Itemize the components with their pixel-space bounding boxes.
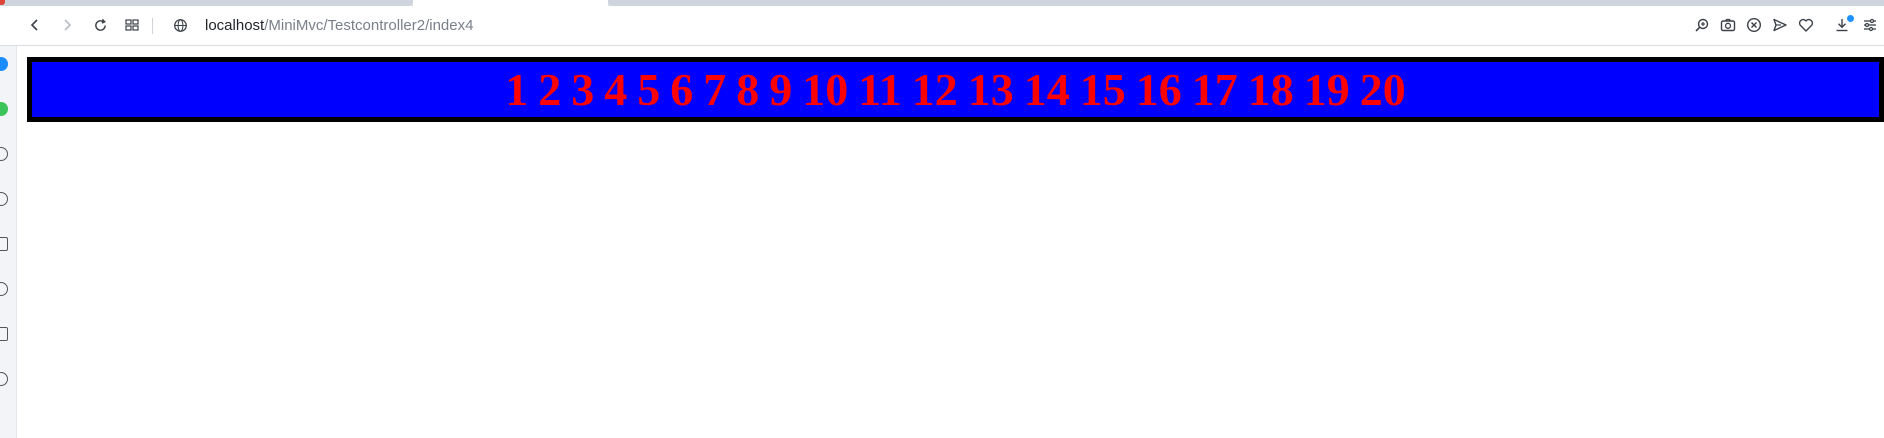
- browser-toolbar: localhost/MiniMvc/Testcontroller2/index4: [0, 6, 1884, 46]
- send-icon: [1773, 18, 1787, 32]
- number-item: 4: [604, 63, 628, 115]
- address-bar[interactable]: localhost/MiniMvc/Testcontroller2/index4: [205, 15, 473, 37]
- search-icon[interactable]: [0, 147, 8, 161]
- number-item: 11: [858, 63, 902, 115]
- number-item: 8: [736, 63, 760, 115]
- number-item: 12: [911, 63, 958, 115]
- url-path: /MiniMvc/Testcontroller2/index4: [264, 17, 474, 34]
- zoom-button[interactable]: [1688, 11, 1716, 39]
- camera-icon: [1720, 18, 1736, 32]
- browser-side-panel: [0, 46, 17, 438]
- globe-icon: [173, 18, 187, 32]
- screenshot-button[interactable]: [1714, 11, 1742, 39]
- extensions-icon[interactable]: [0, 237, 8, 251]
- numbers-banner: 1 2 3 4 5 6 7 8 9 10 11 12 13 14 15 16 17 18 19 20: [27, 57, 1884, 122]
- tab-grid-icon: [125, 19, 139, 31]
- reload-icon: [94, 18, 106, 31]
- reload-button[interactable]: [86, 11, 114, 39]
- number-item: 14: [1023, 63, 1070, 115]
- number-item: 20: [1359, 63, 1406, 115]
- number-item: 6: [670, 63, 694, 115]
- number-item: 17: [1191, 63, 1238, 115]
- number-item: 18: [1247, 63, 1294, 115]
- number-list: 1 2 3 4 5 6 7 8 9 10 11 12 13 14 15 16 17 18 19 20: [505, 63, 1406, 115]
- adblock-button[interactable]: [1740, 11, 1768, 39]
- send-icon[interactable]: [0, 192, 8, 206]
- block-icon: [1746, 17, 1762, 33]
- number-item: 15: [1079, 63, 1126, 115]
- number-item: 9: [769, 63, 793, 115]
- number-item: 19: [1303, 63, 1350, 115]
- heart-icon: [1798, 18, 1814, 32]
- number-item: 1: [505, 63, 529, 115]
- history-icon[interactable]: [0, 282, 8, 296]
- number-item: 5: [637, 63, 661, 115]
- site-info-button[interactable]: [166, 11, 194, 39]
- number-item: 2: [538, 63, 562, 115]
- notes-icon[interactable]: [0, 327, 8, 341]
- zoom-icon: [1695, 18, 1709, 32]
- number-item: 16: [1135, 63, 1182, 115]
- messenger-icon[interactable]: [0, 57, 8, 71]
- tab-grid-button[interactable]: [118, 11, 146, 39]
- download-notification-dot: [1847, 15, 1854, 22]
- number-item: 3: [571, 63, 595, 115]
- menu-button[interactable]: [1856, 11, 1884, 39]
- url-host: localhost: [205, 17, 265, 34]
- send-button[interactable]: [1766, 11, 1794, 39]
- toolbar-separator: [152, 18, 153, 34]
- number-item: 10: [802, 63, 849, 115]
- settings-sliders-icon: [1864, 18, 1876, 32]
- forward-button[interactable]: [53, 11, 81, 39]
- clock-icon[interactable]: [0, 372, 8, 386]
- back-arrow-icon: [30, 19, 38, 31]
- back-button[interactable]: [21, 11, 49, 39]
- favorite-button[interactable]: [1792, 11, 1820, 39]
- number-item: 7: [703, 63, 727, 115]
- forward-arrow-icon: [64, 19, 72, 31]
- number-item: 13: [967, 63, 1014, 115]
- whatsapp-icon[interactable]: [0, 102, 8, 116]
